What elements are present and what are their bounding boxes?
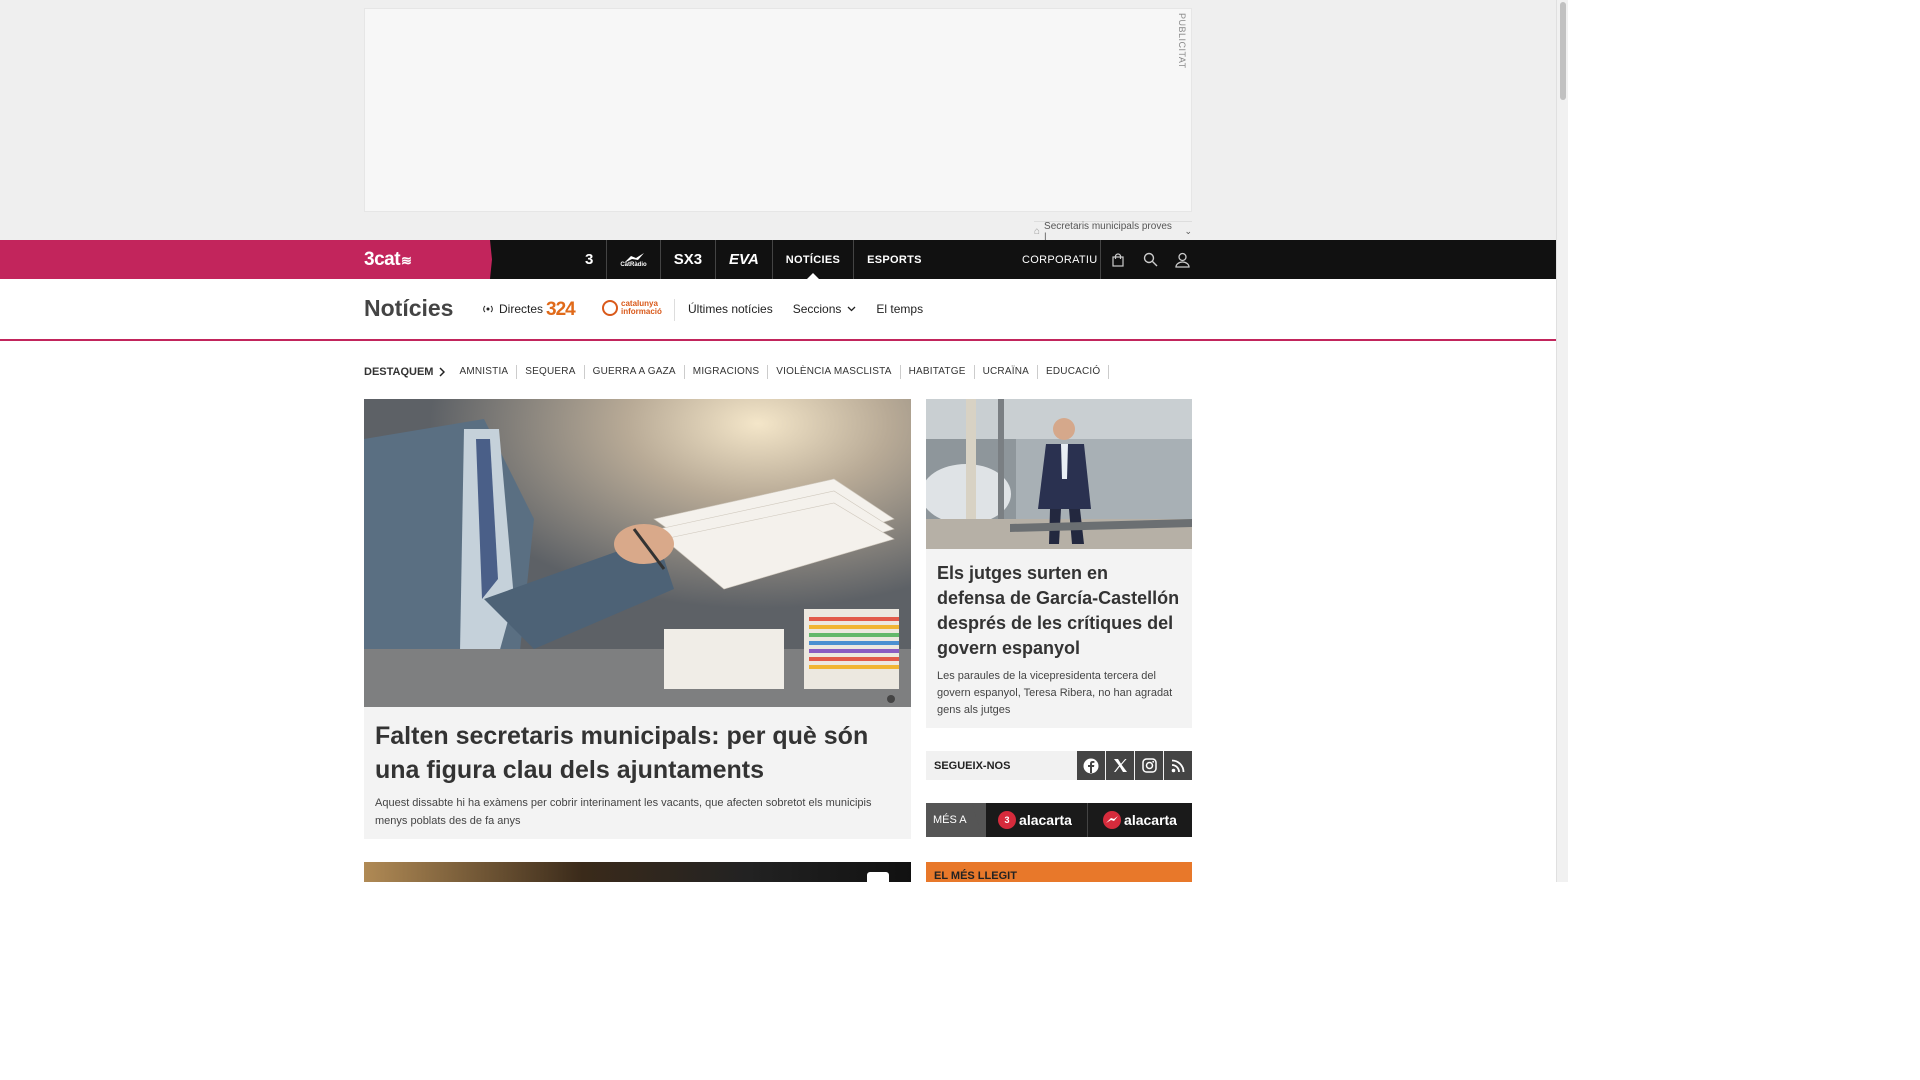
- channel-tv3[interactable]: 3: [572, 240, 608, 279]
- ad-banner[interactable]: PUBLICITAT: [364, 8, 1192, 212]
- ad-label: PUBLICITAT: [1177, 13, 1187, 69]
- side-story-subtitle: Les paraules de la vicepresidenta tercer…: [937, 670, 1173, 716]
- latest-news-link[interactable]: Últimes notícies: [688, 302, 773, 316]
- divider: [674, 299, 675, 321]
- section-header: Notícies Directes 324 catalunya informac…: [0, 279, 1556, 341]
- channel-noticies[interactable]: NOTÍCIES: [773, 240, 855, 279]
- shop-bag-icon[interactable]: [1109, 251, 1127, 269]
- second-story-image[interactable]: [364, 862, 911, 882]
- tv3-alacarta-label: alacarta: [1019, 812, 1072, 828]
- play-icon[interactable]: [867, 872, 889, 882]
- catinfo-line2: informació: [621, 307, 662, 316]
- catalunya-informacio-logo[interactable]: catalunya informació: [602, 300, 662, 316]
- tv3-badge-icon: 3: [998, 811, 1017, 829]
- brand-band: [0, 240, 492, 279]
- brand-logo-text: 3cat: [364, 249, 401, 270]
- eva-logo: EVA: [729, 251, 759, 268]
- highlight-tag[interactable]: VIOLÈNCIA MASCLISTA: [768, 365, 901, 379]
- utility-icons: [1100, 240, 1191, 279]
- most-read-header: EL MÉS LLEGIT: [926, 862, 1192, 882]
- chevron-down-icon: [847, 306, 856, 312]
- main-nav: 3cat≋ 3 CatRàdio SX3 EVA NOTÍCIES ESPORT…: [0, 240, 1556, 279]
- scrollbar-thumb[interactable]: [1560, 2, 1566, 100]
- page-scrollbar[interactable]: [1556, 0, 1568, 882]
- logo-324[interactable]: 324: [546, 299, 576, 321]
- highlight-tag[interactable]: SEQUERA: [517, 365, 585, 379]
- weather-link[interactable]: El temps: [876, 302, 923, 316]
- search-icon[interactable]: [1141, 251, 1159, 269]
- side-story-card[interactable]: Els jutges surten en defensa de García-C…: [926, 549, 1192, 728]
- topic-selector[interactable]: ⌂ Secretaris municipals proves | ⌄: [1034, 221, 1192, 243]
- highlight-tag[interactable]: UCRAÏNA: [975, 365, 1038, 379]
- catradio-alacarta-label: alacarta: [1124, 812, 1177, 828]
- highlight-tag[interactable]: EDUCACIÓ: [1038, 365, 1110, 379]
- sections-dropdown[interactable]: Seccions: [793, 302, 857, 316]
- channel-catradio[interactable]: CatRàdio: [607, 240, 661, 279]
- ad-zone: PUBLICITAT ⌂ Secretaris municipals prove…: [0, 0, 1556, 243]
- tv3-alacarta-link[interactable]: 3 alacarta: [982, 803, 1087, 837]
- section-links: Últimes notícies Seccions El temps: [688, 302, 923, 316]
- corporate-link[interactable]: CORPORATIU: [1022, 240, 1098, 279]
- highlights-lead: DESTAQUEM: [364, 366, 446, 378]
- channel-sx3[interactable]: SX3: [661, 240, 717, 279]
- catradio-badge-icon: [1103, 811, 1122, 829]
- channel-esports[interactable]: ESPORTS: [854, 240, 935, 279]
- highlight-tag[interactable]: HABITATGE: [901, 365, 975, 379]
- side-story-photo: [926, 399, 1192, 549]
- chevron-down-icon: ⌄: [1184, 226, 1192, 236]
- main-story-photo: [364, 399, 911, 707]
- page-title[interactable]: Notícies: [364, 295, 453, 322]
- brand-arrow-icon: ≋: [401, 253, 412, 268]
- highlight-tag[interactable]: AMNISTIA: [451, 365, 518, 379]
- follow-us-bar: SEGUEIX-NOS: [926, 751, 1192, 780]
- sections-label: Seccions: [792, 302, 842, 316]
- esports-label: ESPORTS: [867, 253, 922, 266]
- instagram-icon[interactable]: [1135, 751, 1163, 780]
- tag-icon: ⌂: [1034, 226, 1041, 237]
- brand-logo[interactable]: 3cat≋: [364, 249, 412, 271]
- facebook-icon[interactable]: [1077, 751, 1105, 780]
- sx3-logo: SX3: [673, 251, 703, 268]
- noticies-label: NOTÍCIES: [785, 253, 841, 266]
- live-broadcast-icon: [483, 305, 493, 313]
- corporate-label: CORPORATIU: [1022, 253, 1098, 266]
- most-read-label: EL MÉS LLEGIT: [934, 870, 1017, 882]
- directes-link[interactable]: Directes: [482, 302, 543, 316]
- side-story-image[interactable]: [926, 399, 1192, 549]
- main-story-card[interactable]: Falten secretaris municipals: per què só…: [364, 707, 911, 839]
- alacarta-label-text: MÉS A: [933, 814, 967, 826]
- main-story-title[interactable]: Falten secretaris municipals: per què só…: [375, 719, 900, 787]
- main-story-subtitle: Aquest dissabte hi ha exàmens per cobrir…: [375, 797, 872, 827]
- catradio-label: CatRàdio: [620, 261, 647, 268]
- highlight-tag[interactable]: MIGRACIONS: [685, 365, 769, 379]
- catradio-alacarta-link[interactable]: alacarta: [1087, 803, 1192, 837]
- rss-icon[interactable]: [1164, 751, 1192, 780]
- alacarta-bar: MÉS A 3 alacarta alacarta: [926, 803, 1192, 837]
- chevron-right-icon: [439, 367, 446, 377]
- tv3-logo: 3: [585, 251, 594, 268]
- highlights-lead-label: DESTAQUEM: [364, 366, 434, 378]
- main-story-image[interactable]: [364, 399, 911, 707]
- user-icon[interactable]: [1173, 251, 1191, 269]
- highlight-tag[interactable]: GUERRA A GAZA: [585, 365, 685, 379]
- channel-eva[interactable]: EVA: [716, 240, 773, 279]
- channel-nav: 3 CatRàdio SX3 EVA NOTÍCIES ESPORTS: [572, 240, 935, 279]
- side-story-title[interactable]: Els jutges surten en defensa de García-C…: [937, 561, 1181, 661]
- highlights-bar: DESTAQUEM AMNISTIA SEQUERA GUERRA A GAZA…: [364, 364, 1110, 380]
- logo-324-text: 324: [546, 299, 576, 320]
- directes-label: Directes: [499, 302, 544, 316]
- follow-us-label: SEGUEIX-NOS: [934, 759, 1011, 772]
- catinfo-circle-icon: [602, 300, 618, 316]
- x-twitter-icon[interactable]: [1106, 751, 1134, 780]
